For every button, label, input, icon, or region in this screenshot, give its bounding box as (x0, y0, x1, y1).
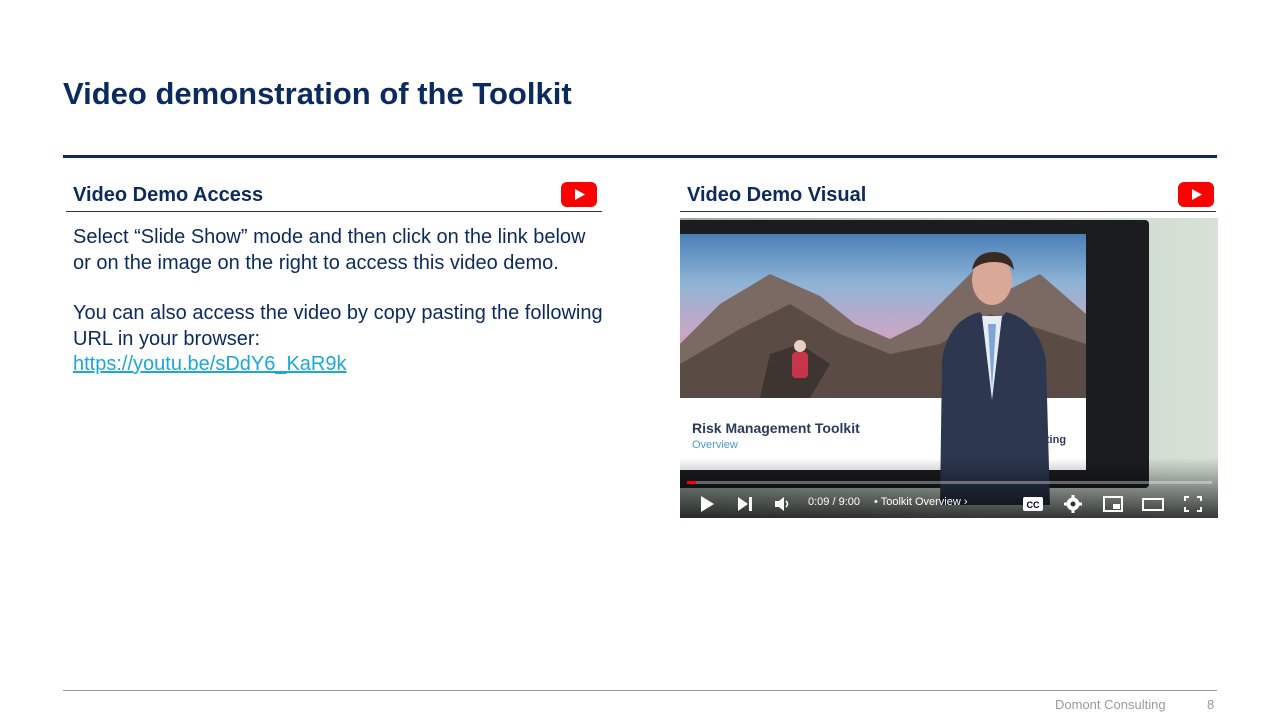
section-heading: Video Demo Visual (687, 184, 867, 206)
video-player[interactable]: Risk Management Toolkit Overview sulting… (680, 218, 1218, 518)
svg-text:CC: CC (1027, 500, 1040, 510)
youtube-icon[interactable] (1178, 182, 1214, 207)
video-demo-access-header: Video Demo Access (66, 182, 602, 212)
video-access-instructions: Select “Slide Show” mode and then click … (73, 225, 603, 378)
title-divider (63, 155, 1217, 158)
settings-gear-icon[interactable] (1062, 494, 1084, 514)
section-heading: Video Demo Access (73, 184, 264, 206)
volume-icon[interactable] (772, 494, 794, 514)
miniplayer-icon[interactable] (1102, 494, 1124, 514)
youtube-icon[interactable] (561, 182, 597, 207)
footer-divider (63, 690, 1217, 691)
video-monitor: Risk Management Toolkit Overview sulting (680, 220, 1149, 488)
next-icon[interactable] (734, 494, 756, 514)
progress-fill (687, 481, 696, 484)
url-paragraph: You can also access the video by copy pa… (73, 302, 603, 350)
player-controls (680, 458, 1218, 518)
video-slide-subtitle: Overview (692, 439, 738, 451)
video-demo-visual-header: Video Demo Visual (680, 182, 1216, 212)
page-number: 8 (1207, 697, 1215, 712)
play-icon[interactable] (696, 494, 718, 514)
page-title: Video demonstration of the Toolkit (63, 76, 572, 111)
time-display: 0:09 / 9:00 (808, 496, 860, 508)
video-url-link[interactable]: https://youtu.be/sDdY6_KaR9k (73, 353, 347, 375)
video-slide-title: Risk Management Toolkit (692, 420, 860, 436)
progress-bar[interactable] (687, 481, 1212, 484)
chapter-title[interactable]: • Toolkit Overview › (874, 496, 968, 508)
captions-icon[interactable]: CC (1022, 494, 1044, 514)
instruction-paragraph: Select “Slide Show” mode and then click … (73, 226, 586, 274)
footer-brand: Domont Consulting (1055, 697, 1166, 712)
fullscreen-icon[interactable] (1182, 494, 1204, 514)
theater-mode-icon[interactable] (1142, 494, 1164, 514)
